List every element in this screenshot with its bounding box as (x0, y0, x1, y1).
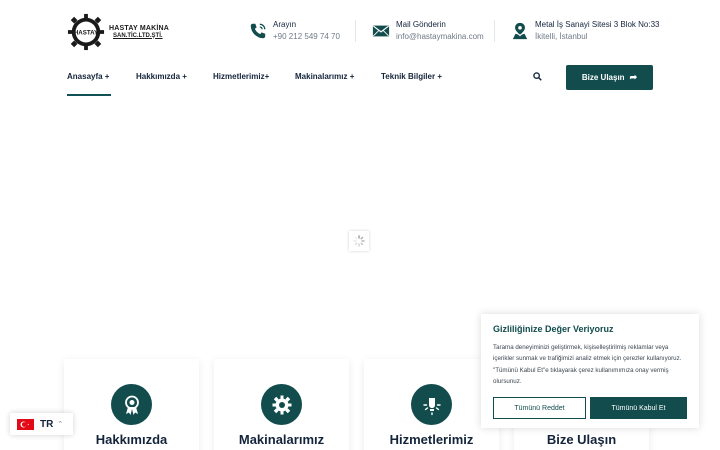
lightbulb-icon (411, 384, 452, 425)
contact-divider (494, 20, 495, 42)
contact-phone-value[interactable]: +90 212 549 74 70 (273, 32, 340, 41)
nav-active-indicator (67, 94, 111, 96)
reject-all-button[interactable]: Tümünü Reddet (493, 397, 586, 419)
contact-address[interactable]: Metal İş Sanayi Sitesi 3 Blok No:33 İkit… (511, 20, 660, 41)
nav-item-about[interactable]: Hakkımızda + (136, 72, 187, 81)
contact-mail-value[interactable]: info@hastaymakina.com (396, 32, 484, 41)
feature-card-title: Bize Ulaşın (546, 432, 617, 447)
accept-all-button[interactable]: Tümünü Kabul Et (590, 397, 687, 419)
mail-icon (372, 25, 390, 37)
loading-spinner (349, 231, 369, 251)
gear-icon (261, 384, 302, 425)
logo[interactable]: HASTAY HASTAY MAKİNA SAN.TİC.LTD.ŞTİ. (67, 13, 169, 51)
logo-badge: HASTAY (74, 29, 98, 36)
feature-card-title: Hizmetlerimiz (389, 432, 474, 447)
contact-divider (355, 20, 356, 42)
contact-address-label: Metal İş Sanayi Sitesi 3 Blok No:33 (535, 20, 660, 29)
search-icon[interactable] (533, 72, 542, 81)
contact-mail-label: Mail Gönderin (396, 20, 446, 29)
logo-company-name: HASTAY MAKİNA (109, 24, 170, 32)
feature-card-title: Makinalarımız (238, 432, 325, 447)
share-arrow-icon: ➦ (629, 72, 638, 82)
award-icon (111, 384, 152, 425)
map-pin-icon (512, 22, 528, 40)
contact-us-button[interactable]: Bize Ulaşın ➦ (566, 65, 653, 90)
nav-item-home[interactable]: Anasayfa + (67, 72, 109, 81)
feature-card-machines[interactable]: Makinalarımız (214, 359, 349, 450)
cookie-consent-text: Tarama deneyiminizi geliştirmek, kişisel… (493, 344, 682, 386)
language-code: TR (40, 418, 54, 430)
feature-card-title: Hakkımızda (95, 432, 168, 447)
chevron-up-icon: ⌃ (57, 421, 64, 428)
cookie-consent-title: Gizliliğinize Değer Veriyoruz (493, 324, 614, 334)
phone-icon (250, 23, 266, 39)
nav-item-machines[interactable]: Makinalarımız + (295, 72, 354, 81)
spinner-icon (353, 235, 365, 247)
nav-item-services[interactable]: Hizmetlerimiz+ (213, 72, 269, 81)
contact-address-value: İkitelli, İstanbul (535, 32, 588, 41)
contact-phone[interactable]: Arayın +90 212 549 74 70 (249, 20, 340, 41)
cookie-consent-banner: Gizliliğinize Değer Veriyoruz Tarama den… (481, 314, 699, 428)
language-switcher[interactable]: TR ⌃ (10, 413, 73, 435)
turkey-flag-icon (17, 418, 34, 430)
feature-card-about[interactable]: Hakkımızda (64, 359, 199, 450)
nav-item-technical[interactable]: Teknik Bilgiler + (381, 72, 442, 81)
contact-phone-label: Arayın (273, 20, 297, 29)
feature-card-services[interactable]: Hizmetlerimiz (364, 359, 499, 450)
logo-company-type: SAN.TİC.LTD.ŞTİ. (113, 32, 163, 39)
contact-us-button-label: Bize Ulaşın (581, 73, 625, 82)
contact-mail[interactable]: Mail Gönderin info@hastaymakina.com (372, 20, 484, 41)
logo-gear-icon: HASTAY (67, 13, 105, 51)
page: HASTAY HASTAY MAKİNA SAN.TİC.LTD.ŞTİ. Ar… (0, 0, 720, 450)
